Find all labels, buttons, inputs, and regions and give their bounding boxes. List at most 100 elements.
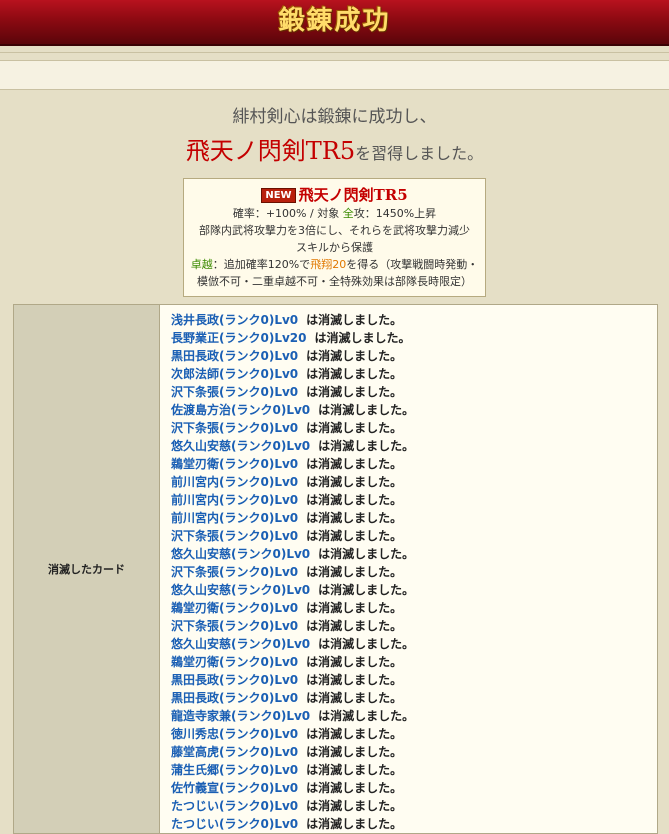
consumed-card-name[interactable]: 藤堂高虎(ランク0)Lv0	[171, 745, 298, 759]
consumed-card-name[interactable]: 沢下条張(ランク0)Lv0	[171, 529, 298, 543]
consumed-card-suffix: は消滅しました。	[306, 727, 403, 741]
consumed-card-name[interactable]: 悠久山安慈(ランク0)Lv0	[171, 583, 310, 597]
consumed-card-name[interactable]: 前川宮内(ランク0)Lv0	[171, 511, 298, 525]
consumed-card-suffix: は消滅しました。	[306, 511, 403, 525]
consumed-card-suffix: は消滅しました。	[318, 583, 415, 597]
consumed-card-name[interactable]: 佐渡島方治(ランク0)Lv0	[171, 403, 310, 417]
ext-skill: 飛翔20	[310, 258, 347, 271]
consumed-card-suffix: は消滅しました。	[318, 439, 415, 453]
consumed-card-name[interactable]: 黒田長政(ランク0)Lv0	[171, 349, 298, 363]
ext-mid: ：追加確率120%で	[212, 258, 311, 271]
new-badge: NEW	[261, 188, 296, 203]
consumed-card-row: 龍造寺家兼(ランク0)Lv0 は消滅しました。	[171, 707, 641, 725]
consumed-card-row: 沢下条張(ランク0)Lv0 は消滅しました。	[171, 383, 641, 401]
ext-label: 卓越	[190, 258, 213, 271]
consumed-card-suffix: は消滅しました。	[306, 619, 403, 633]
consumed-card-name[interactable]: 鵜堂刃衛(ランク0)Lv0	[171, 601, 298, 615]
consumed-card-row: 鵜堂刃衛(ランク0)Lv0 は消滅しました。	[171, 653, 641, 671]
consumed-card-suffix: は消滅しました。	[306, 673, 403, 687]
consumed-card-row: 悠久山安慈(ランク0)Lv0 は消滅しました。	[171, 437, 641, 455]
skill-card: NEW 飛天ノ閃剣TR5 確率：+100% / 対象 全攻：1450%上昇 部隊内…	[183, 178, 486, 297]
consumed-card-name[interactable]: 鵜堂刃衛(ランク0)Lv0	[171, 457, 298, 471]
divider	[0, 52, 669, 53]
consumed-card-suffix: は消滅しました。	[306, 529, 403, 543]
page-title: 鍛錬成功	[278, 6, 391, 36]
consumed-card-suffix: は消滅しました。	[314, 331, 411, 345]
skill-stats-prefix: 確率：+100% / 対象	[232, 207, 343, 220]
consumed-card-row: たつじい(ランク0)Lv0 は消滅しました。	[171, 815, 641, 833]
consumed-card-row: 佐竹義宣(ランク0)Lv0 は消滅しました。	[171, 779, 641, 797]
skill-stats-suffix: 攻：1450%上昇	[353, 207, 437, 220]
consumed-card-suffix: は消滅しました。	[318, 637, 415, 651]
consumed-card-row: 鵜堂刃衛(ランク0)Lv0 は消滅しました。	[171, 455, 641, 473]
consumed-card-suffix: は消滅しました。	[306, 349, 403, 363]
consumed-card-suffix: は消滅しました。	[306, 385, 403, 399]
consumed-card-suffix: は消滅しました。	[306, 655, 403, 669]
consumed-card-name[interactable]: 鵜堂刃衛(ランク0)Lv0	[171, 655, 298, 669]
consumed-card-row: 沢下条張(ランク0)Lv0 は消滅しました。	[171, 617, 641, 635]
learned-message-suffix: を習得しました。	[355, 144, 484, 163]
consumed-card-suffix: は消滅しました。	[306, 367, 403, 381]
consumed-cards-table: 消滅したカード 浅井長政(ランク0)Lv0 は消滅しました。 長野業正(ランク0)L…	[13, 304, 658, 834]
consumed-card-row: 前川宮内(ランク0)Lv0 は消滅しました。	[171, 473, 641, 491]
consumed-card-row: 徳川秀忠(ランク0)Lv0 は消滅しました。	[171, 725, 641, 743]
skill-card-title: NEW 飛天ノ閃剣TR5	[184, 185, 485, 205]
skill-desc-line2: スキルから保護	[296, 241, 373, 254]
consumed-card-name[interactable]: 前川宮内(ランク0)Lv0	[171, 493, 298, 507]
consumed-card-row: 佐渡島方治(ランク0)Lv0 は消滅しました。	[171, 401, 641, 419]
consumed-card-row: 次郎法師(ランク0)Lv0 は消滅しました。	[171, 365, 641, 383]
consumed-card-name[interactable]: 次郎法師(ランク0)Lv0	[171, 367, 298, 381]
consumed-card-row: 藤堂高虎(ランク0)Lv0 は消滅しました。	[171, 743, 641, 761]
consumed-card-suffix: は消滅しました。	[306, 817, 403, 831]
result-message: 緋村剣心は鍛錬に成功し、	[232, 107, 437, 127]
consumed-card-row: 悠久山安慈(ランク0)Lv0 は消滅しました。	[171, 545, 641, 563]
consumed-card-row: 悠久山安慈(ランク0)Lv0 は消滅しました。	[171, 635, 641, 653]
consumed-card-row: 黒田長政(ランク0)Lv0 は消滅しました。	[171, 671, 641, 689]
consumed-card-row: 浅井長政(ランク0)Lv0 は消滅しました。	[171, 311, 641, 329]
consumed-card-name[interactable]: たつじい(ランク0)Lv0	[171, 817, 298, 831]
consumed-card-suffix: は消滅しました。	[306, 475, 403, 489]
consumed-card-suffix: は消滅しました。	[306, 457, 403, 471]
consumed-card-suffix: は消滅しました。	[306, 565, 403, 579]
skill-ext-line2: 模倣不可・二重卓越不可・全特殊効果は部隊長時限定）	[197, 275, 472, 288]
consumed-card-suffix: は消滅しました。	[318, 547, 415, 561]
consumed-card-name[interactable]: 沢下条張(ランク0)Lv0	[171, 421, 298, 435]
consumed-card-name[interactable]: 長野業正(ランク0)Lv20	[171, 331, 307, 345]
consumed-card-name[interactable]: たつじい(ランク0)Lv0	[171, 799, 298, 813]
skill-stats: 確率：+100% / 対象 全攻：1450%上昇	[184, 205, 485, 222]
skill-card-name: 飛天ノ閃剣TR5	[298, 186, 408, 204]
consumed-card-suffix: は消滅しました。	[318, 403, 415, 417]
consumed-card-row: 沢下条張(ランク0)Lv0 は消滅しました。	[171, 419, 641, 437]
consumed-card-suffix: は消滅しました。	[306, 691, 403, 705]
consumed-card-row: 沢下条張(ランク0)Lv0 は消滅しました。	[171, 563, 641, 581]
consumed-card-name[interactable]: 佐竹義宣(ランク0)Lv0	[171, 781, 298, 795]
consumed-card-name[interactable]: 蒲生氏郷(ランク0)Lv0	[171, 763, 298, 777]
consumed-card-name[interactable]: 前川宮内(ランク0)Lv0	[171, 475, 298, 489]
consumed-card-row: 前川宮内(ランク0)Lv0 は消滅しました。	[171, 509, 641, 527]
consumed-card-suffix: は消滅しました。	[306, 745, 403, 759]
consumed-card-name[interactable]: 沢下条張(ランク0)Lv0	[171, 619, 298, 633]
consumed-card-suffix: は消滅しました。	[306, 799, 403, 813]
ext-suffix: を得る（攻撃戦闘時発動・	[346, 258, 479, 271]
consumed-card-name[interactable]: 沢下条張(ランク0)Lv0	[171, 385, 298, 399]
page-header: 鍛錬成功	[0, 0, 669, 46]
consumed-card-name[interactable]: 浅井長政(ランク0)Lv0	[171, 313, 298, 327]
consumed-cards-list: 浅井長政(ランク0)Lv0 は消滅しました。 長野業正(ランク0)Lv20 は消滅しま…	[171, 311, 641, 833]
consumed-card-suffix: は消滅しました。	[306, 781, 403, 795]
consumed-card-row: 黒田長政(ランク0)Lv0 は消滅しました。	[171, 689, 641, 707]
skill-desc-line1: 部隊内武将攻撃力を3倍にし、それらを武将攻撃力減少	[199, 224, 470, 237]
learned-skill-name: 飛天ノ閃剣TR5	[185, 137, 356, 165]
consumed-cards-label: 消滅したカード	[14, 305, 160, 833]
consumed-card-name[interactable]: 徳川秀忠(ランク0)Lv0	[171, 727, 298, 741]
consumed-card-name[interactable]: 沢下条張(ランク0)Lv0	[171, 565, 298, 579]
consumed-card-name[interactable]: 悠久山安慈(ランク0)Lv0	[171, 439, 310, 453]
learned-message: 飛天ノ閃剣TR5を習得しました。	[0, 131, 669, 166]
divider-band	[0, 60, 669, 90]
consumed-card-name[interactable]: 黒田長政(ランク0)Lv0	[171, 673, 298, 687]
consumed-card-row: 前川宮内(ランク0)Lv0 は消滅しました。	[171, 491, 641, 509]
consumed-card-name[interactable]: 龍造寺家兼(ランク0)Lv0	[171, 709, 310, 723]
consumed-card-name[interactable]: 黒田長政(ランク0)Lv0	[171, 691, 298, 705]
consumed-card-name[interactable]: 悠久山安慈(ランク0)Lv0	[171, 547, 310, 561]
consumed-card-suffix: は消滅しました。	[306, 601, 403, 615]
consumed-card-name[interactable]: 悠久山安慈(ランク0)Lv0	[171, 637, 310, 651]
